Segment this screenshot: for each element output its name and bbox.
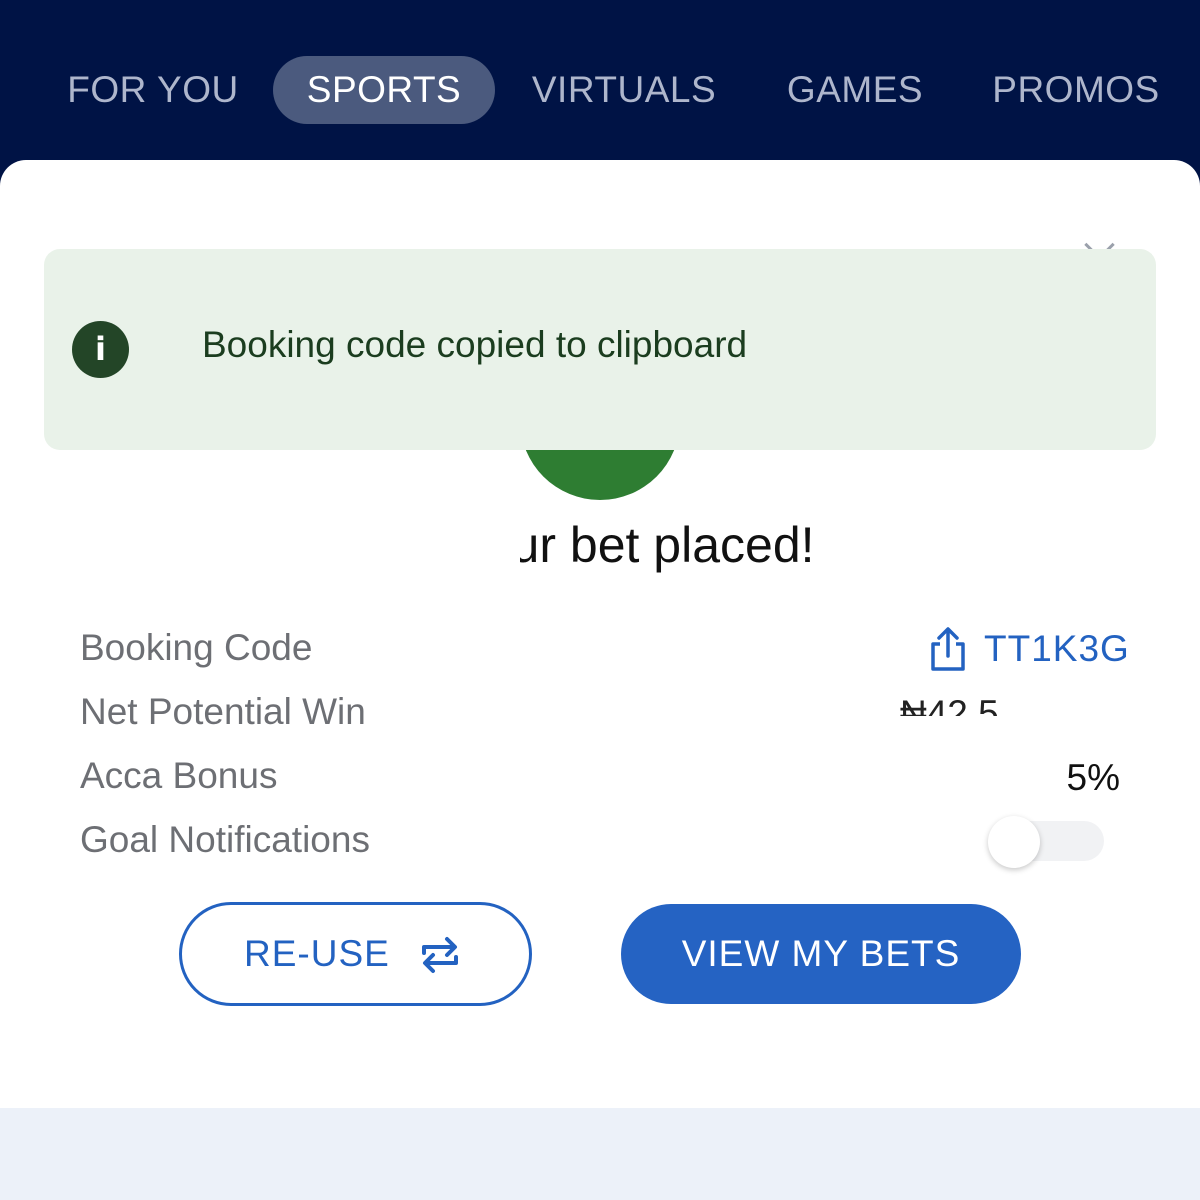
acca-bonus-value: 5% <box>1066 757 1120 798</box>
tab-for-you[interactable]: FOR YOU <box>48 56 258 124</box>
goal-notifications-label: Goal Notifications <box>80 819 370 860</box>
tab-virtuals[interactable]: VIRTUALS <box>515 56 733 124</box>
view-my-bets-label: VIEW MY BETS <box>681 933 961 974</box>
booking-code-share[interactable]: TT1K3G <box>926 624 1136 674</box>
tab-sports[interactable]: SPORTS <box>273 56 495 124</box>
bet-placed-heading: Your bet placed! <box>520 510 880 580</box>
tab-promos[interactable]: PROMOS <box>976 56 1176 124</box>
heading-title: bet placed! <box>569 517 815 573</box>
nav-tabs: FOR YOU SPORTS VIRTUALS GAMES PROMOS <box>0 56 1200 126</box>
toast-message: Booking code copied to clipboard <box>202 324 748 365</box>
reuse-button[interactable]: RE-USE <box>179 902 532 1006</box>
toast-notification: i Booking code copied to clipboard <box>44 249 1156 450</box>
reuse-button-label: RE-USE <box>244 933 390 974</box>
repeat-icon <box>422 937 458 973</box>
booking-code-label: Booking Code <box>80 627 313 668</box>
net-potential-win-label: Net Potential Win <box>80 691 366 732</box>
tab-games[interactable]: GAMES <box>770 56 940 124</box>
share-icon <box>931 627 965 671</box>
toggle-knob <box>988 816 1040 868</box>
goal-notifications-toggle[interactable] <box>988 816 1106 868</box>
heading-prefix: Your <box>520 517 556 573</box>
booking-code-value[interactable]: TT1K3G <box>984 624 1130 674</box>
net-potential-win-value: ₦42,5 <box>900 694 1010 730</box>
view-my-bets-button[interactable]: VIEW MY BETS <box>621 904 1021 1004</box>
info-icon: i <box>72 321 129 378</box>
acca-bonus-label: Acca Bonus <box>80 755 278 796</box>
